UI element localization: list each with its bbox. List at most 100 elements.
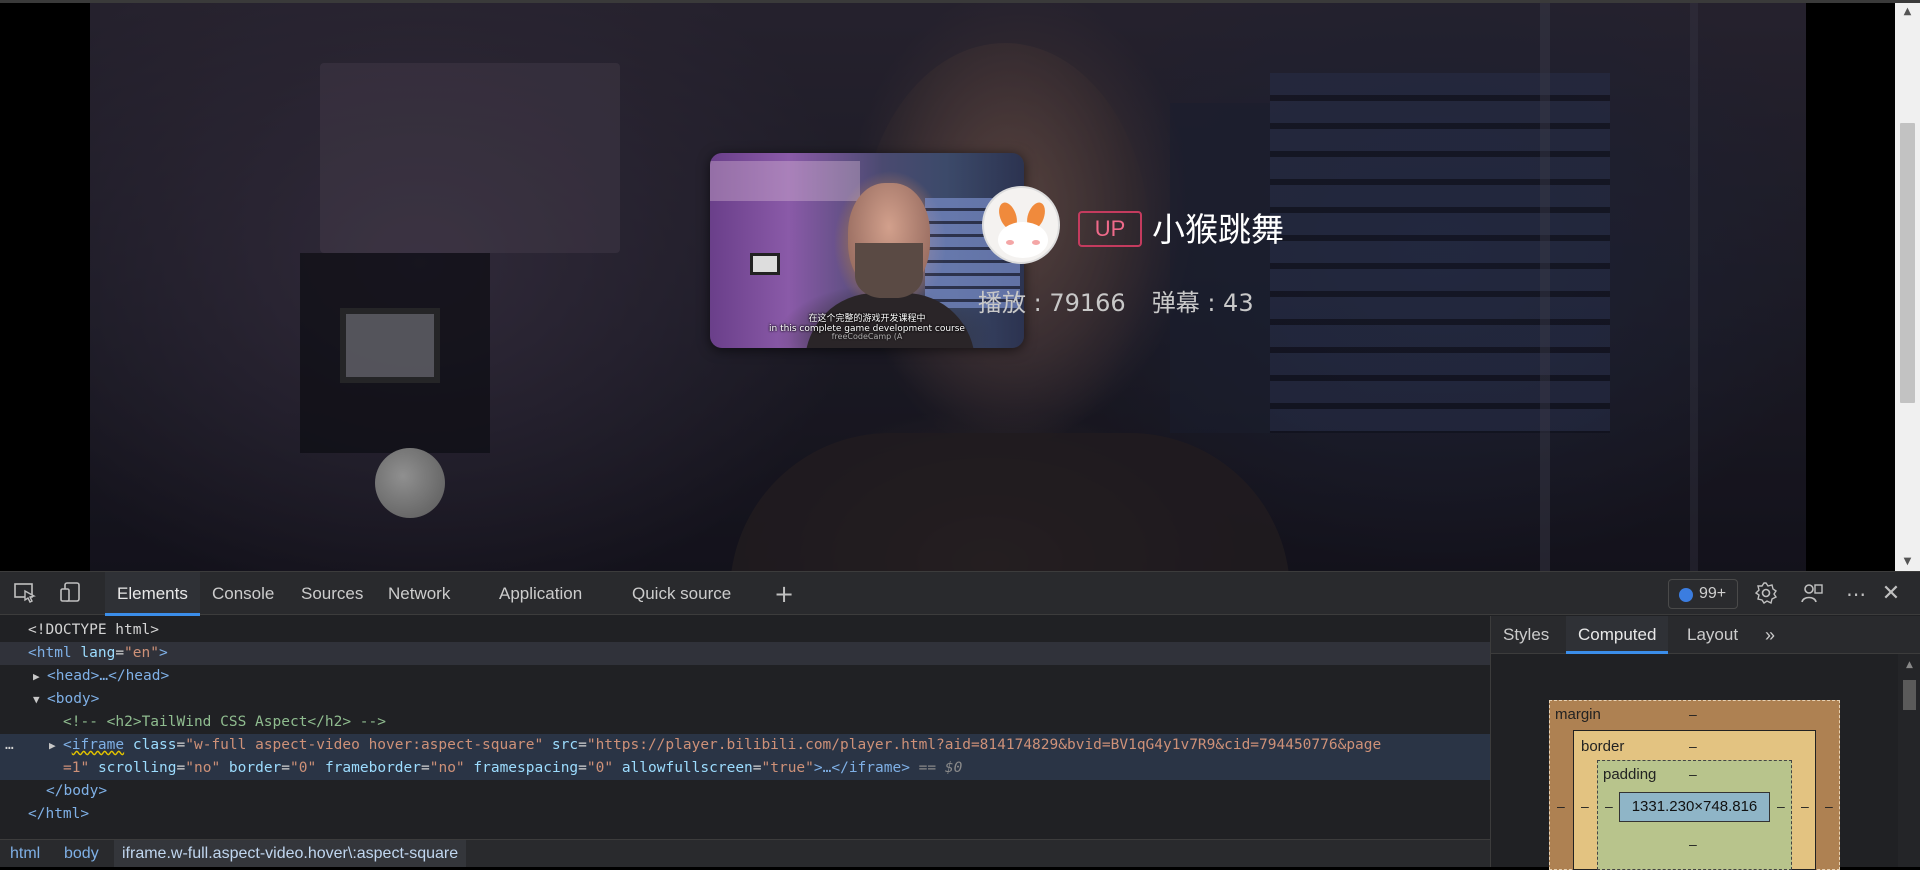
- customize-devtools-icon[interactable]: [1799, 581, 1825, 607]
- tab-application[interactable]: Application: [487, 572, 594, 616]
- iframe-class-attr: class: [132, 737, 177, 753]
- inspect-element-icon[interactable]: [12, 581, 38, 607]
- tab-styles[interactable]: Styles: [1491, 616, 1561, 654]
- iframe-src-attr: src: [551, 737, 579, 753]
- iframe-framespacing-attr: framespacing: [473, 760, 579, 776]
- tab-elements[interactable]: Elements: [105, 572, 200, 616]
- devtools-toolbar: Elements Console Sources Network Applica…: [0, 571, 1920, 616]
- video-iframe[interactable]: 在这个完整的游戏开发课程中 in this complete game deve…: [90, 3, 1806, 571]
- padding-label: padding: [1603, 766, 1657, 783]
- padding-top-value: –: [1689, 766, 1697, 782]
- more-options-icon[interactable]: ⋯: [1843, 581, 1869, 607]
- tab-network[interactable]: Network: [376, 572, 462, 616]
- iframe-scrolling-value: "no": [185, 760, 221, 776]
- dom-body-close-line[interactable]: </body>: [0, 780, 1490, 803]
- iframe-border-attr: border: [228, 760, 282, 776]
- devtools-panel: Elements Console Sources Network Applica…: [0, 571, 1920, 870]
- elements-dom-tree: <!DOCTYPE html> <html lang="en"> ▶ <head>…: [0, 616, 1490, 867]
- border-left-value: –: [1581, 798, 1589, 814]
- breadcrumb-iframe[interactable]: iframe.w-full.aspect-video.hover\:aspect…: [114, 840, 467, 867]
- margin-left-value: –: [1557, 798, 1565, 814]
- subtitle-trail: freeCodeCamp (A: [831, 332, 903, 341]
- scroll-up-arrow-icon[interactable]: ▲: [1895, 3, 1920, 21]
- preview-monitor: [750, 253, 780, 275]
- dom-iframe-line[interactable]: … ▶ <iframe class="w-full aspect-video hov…: [0, 734, 1490, 780]
- side-tabs: Styles Computed Layout »: [1491, 616, 1920, 654]
- breadcrumb: html body iframe.w-full.aspect-video.hov…: [0, 839, 1490, 867]
- iframe-src-value[interactable]: "https://player.bilibili.com/player.html…: [587, 737, 1381, 753]
- dom-html-line[interactable]: <html lang="en">: [0, 642, 1490, 665]
- settings-gear-icon[interactable]: [1753, 581, 1779, 607]
- scrollbar-thumb[interactable]: [1900, 123, 1915, 403]
- avatar-cheek: [1032, 240, 1040, 245]
- dom-comment-line[interactable]: <!-- <h2>TailWind CSS Aspect</h2> -->: [0, 711, 1490, 734]
- padding-bottom-value: –: [1689, 836, 1697, 852]
- preview-presenter-beard: [855, 243, 923, 298]
- device-emulation-icon[interactable]: [58, 581, 84, 607]
- expand-triangle-icon[interactable]: ▶: [33, 665, 47, 688]
- iframe-close-tag: >…</iframe>: [813, 760, 910, 776]
- dom-doctype-line[interactable]: <!DOCTYPE html>: [0, 619, 1490, 642]
- iframe-frameborder-value: "no": [429, 760, 465, 776]
- styles-side-panel: Styles Computed Layout » margin – – – bo…: [1490, 616, 1920, 870]
- tab-sources[interactable]: Sources: [289, 572, 375, 616]
- uploader-name[interactable]: 小猴跳舞: [1152, 210, 1284, 250]
- dom-head-line[interactable]: ▶ <head>…</head>: [0, 665, 1490, 688]
- page-scrollbar[interactable]: ▲ ▼: [1895, 3, 1920, 571]
- margin-top-value: –: [1689, 706, 1697, 722]
- padding-right-value: –: [1777, 798, 1785, 814]
- up-badge: UP: [1078, 211, 1142, 247]
- tab-console[interactable]: Console: [200, 572, 286, 616]
- html-lang-value: "en": [124, 645, 159, 661]
- issues-count: 99+: [1699, 585, 1727, 602]
- video-stats: 播放 : 79166 弹幕 : 43: [978, 286, 1254, 320]
- play-count: 播放 : 79166: [978, 289, 1126, 317]
- row-ellipsis-icon[interactable]: …: [5, 734, 49, 757]
- preview-subtitles: 在这个完整的游戏开发课程中 in this complete game deve…: [710, 314, 1024, 341]
- box-model-diagram: margin – – – border – – – padding – – – …: [1549, 700, 1840, 870]
- dom-html-close-line[interactable]: </html>: [0, 803, 1490, 826]
- side-panel-scrollbar[interactable]: ▲: [1898, 654, 1920, 867]
- tab-computed[interactable]: Computed: [1566, 616, 1669, 654]
- border-label: border: [1581, 738, 1625, 755]
- scroll-down-arrow-icon[interactable]: ▼: [1895, 553, 1920, 571]
- danmaku-count: 弹幕 : 43: [1151, 289, 1254, 317]
- margin-label: margin: [1555, 706, 1601, 723]
- border-top-value: –: [1689, 738, 1697, 754]
- iframe-src-value-cont: =1": [63, 760, 90, 776]
- html-open-tag: <html: [28, 645, 72, 661]
- preview-shelf: [710, 161, 860, 201]
- tab-layout[interactable]: Layout: [1675, 616, 1750, 654]
- margin-right-value: –: [1825, 798, 1833, 814]
- doctype-text: <!DOCTYPE html>: [28, 622, 159, 638]
- collapse-triangle-icon[interactable]: ▼: [33, 688, 47, 711]
- console-ref: == $0: [918, 760, 963, 776]
- page-viewport: 在这个完整的游戏开发课程中 in this complete game deve…: [0, 0, 1920, 571]
- scroll-up-arrow-icon[interactable]: ▲: [1898, 660, 1920, 670]
- html-comment: <!-- <h2>TailWind CSS Aspect</h2> -->: [63, 714, 387, 730]
- iframe-class-value: "w-full aspect-video hover:aspect-square…: [185, 737, 544, 753]
- body-open-tag: <body>: [47, 691, 100, 707]
- dom-body-line[interactable]: ▼ <body>: [0, 688, 1490, 711]
- video-preview-card[interactable]: 在这个完整的游戏开发课程中 in this complete game deve…: [710, 153, 1024, 348]
- subtitle-cn: 在这个完整的游戏开发课程中: [808, 314, 926, 324]
- breadcrumb-html[interactable]: html: [2, 840, 48, 867]
- iframe-scrolling-attr: scrolling: [97, 760, 177, 776]
- avatar-cheek: [1006, 240, 1014, 245]
- avatar-face: [998, 222, 1048, 258]
- padding-left-value: –: [1605, 798, 1613, 814]
- box-model-content-size[interactable]: 1331.230×748.816: [1619, 792, 1770, 822]
- tab-quick-source[interactable]: Quick source: [620, 572, 743, 616]
- scrollbar-thumb[interactable]: [1903, 680, 1916, 710]
- uploader-avatar[interactable]: [982, 186, 1060, 264]
- body-close-tag: </body>: [46, 783, 108, 799]
- iframe-border-value: "0": [290, 760, 317, 776]
- iframe-allowfullscreen-attr: allowfullscreen: [621, 760, 753, 776]
- breadcrumb-body[interactable]: body: [56, 840, 107, 867]
- add-tab-plus-icon[interactable]: +: [771, 581, 797, 607]
- head-tag: <head>…</head>: [47, 668, 170, 684]
- issues-badge[interactable]: 99+: [1668, 579, 1738, 609]
- expand-triangle-icon[interactable]: ▶: [49, 734, 63, 757]
- close-devtools-icon[interactable]: ✕: [1878, 581, 1904, 607]
- more-tabs-chevron-icon[interactable]: »: [1753, 616, 1787, 654]
